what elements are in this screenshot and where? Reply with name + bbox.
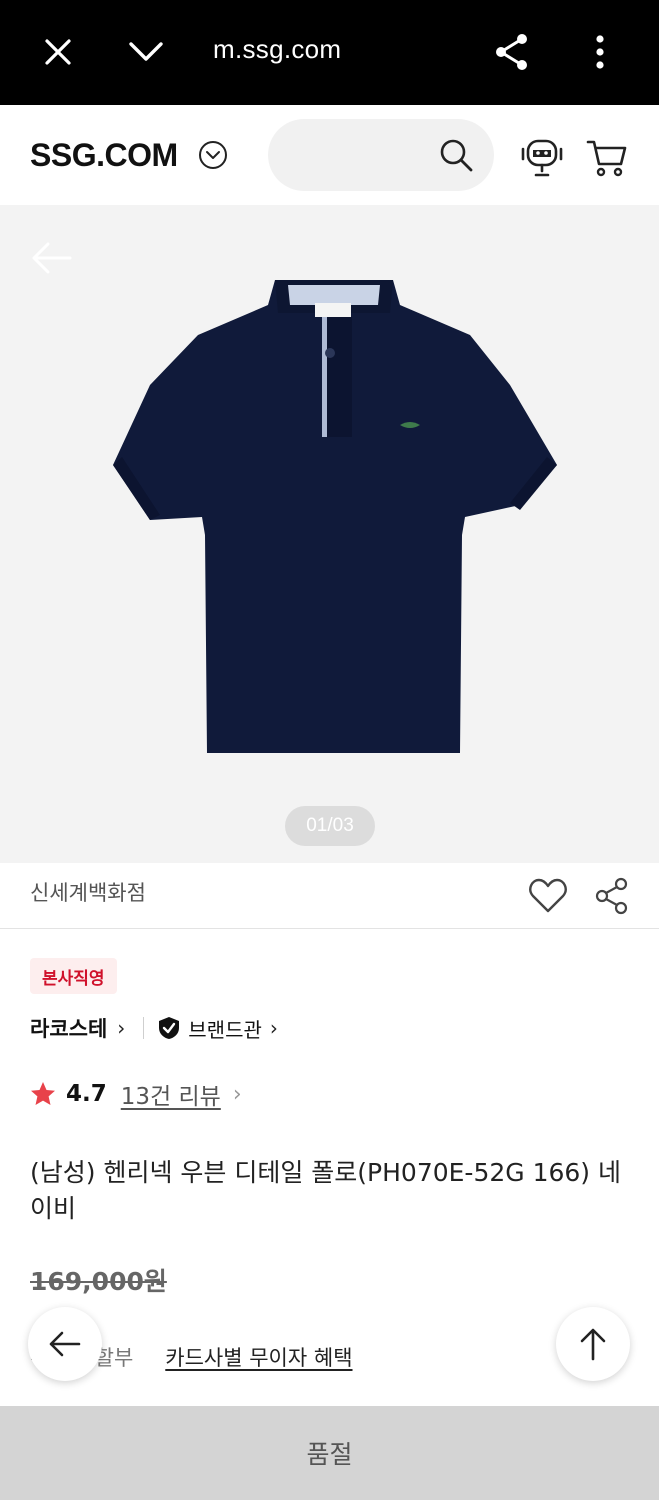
review-link[interactable]: 13건 리뷰: [121, 1077, 221, 1111]
product-image-gallery[interactable]: 01/03: [0, 205, 659, 863]
store-name[interactable]: 신세계백화점: [30, 877, 146, 907]
store-row: 신세계백화점: [0, 863, 659, 929]
scroll-to-top-button[interactable]: [556, 1307, 630, 1381]
star-icon: [31, 1082, 55, 1105]
search-icon[interactable]: [438, 137, 474, 173]
chevron-right-icon[interactable]: ›: [117, 1016, 125, 1040]
direct-store-badge: 본사직영: [30, 958, 117, 994]
heart-icon[interactable]: [528, 877, 568, 915]
product-image: [113, 280, 557, 753]
card-benefits-link[interactable]: 카드사별 무이자 혜택: [165, 1342, 352, 1372]
rating-value: 4.7: [66, 1081, 107, 1107]
browser-bar: m.ssg.com: [0, 0, 659, 105]
chevron-right-icon[interactable]: ›: [233, 1082, 242, 1107]
chevron-down-circle-icon[interactable]: [197, 139, 229, 171]
share-icon[interactable]: [594, 877, 630, 915]
sold-out-button[interactable]: 품절: [0, 1406, 659, 1500]
back-arrow-icon[interactable]: [28, 235, 74, 281]
close-icon[interactable]: [36, 30, 80, 74]
original-price: 169,000원: [30, 1267, 167, 1296]
brand-hall-link[interactable]: 브랜드관: [188, 1014, 262, 1043]
chevron-down-icon[interactable]: [124, 30, 168, 74]
arrow-up-icon: [580, 1328, 606, 1361]
cart-icon[interactable]: [585, 135, 629, 179]
divider: [143, 1017, 145, 1039]
address-bar-url[interactable]: m.ssg.com: [213, 34, 341, 65]
rating-row: 4.7 13건 리뷰 ›: [30, 1076, 242, 1112]
site-header: SSG.COM: [0, 105, 659, 205]
brand-row: 라코스테 › 브랜드관 ›: [30, 1012, 278, 1044]
chatbot-icon[interactable]: [518, 133, 566, 179]
more-vertical-icon[interactable]: [578, 30, 622, 74]
back-button[interactable]: [28, 1307, 102, 1381]
search-input[interactable]: [268, 119, 494, 191]
image-page-indicator: 01/03: [285, 806, 375, 846]
arrow-left-icon: [49, 1331, 81, 1357]
site-logo[interactable]: SSG.COM: [30, 137, 178, 174]
chevron-right-icon[interactable]: ›: [270, 1016, 278, 1040]
brand-name-link[interactable]: 라코스테: [30, 1013, 107, 1043]
product-title: (남성) 헨리넥 우븐 디테일 폴로(PH070E-52G 166) 네이비: [30, 1158, 622, 1223]
share-icon[interactable]: [490, 30, 534, 74]
shield-check-icon: [159, 1017, 180, 1039]
